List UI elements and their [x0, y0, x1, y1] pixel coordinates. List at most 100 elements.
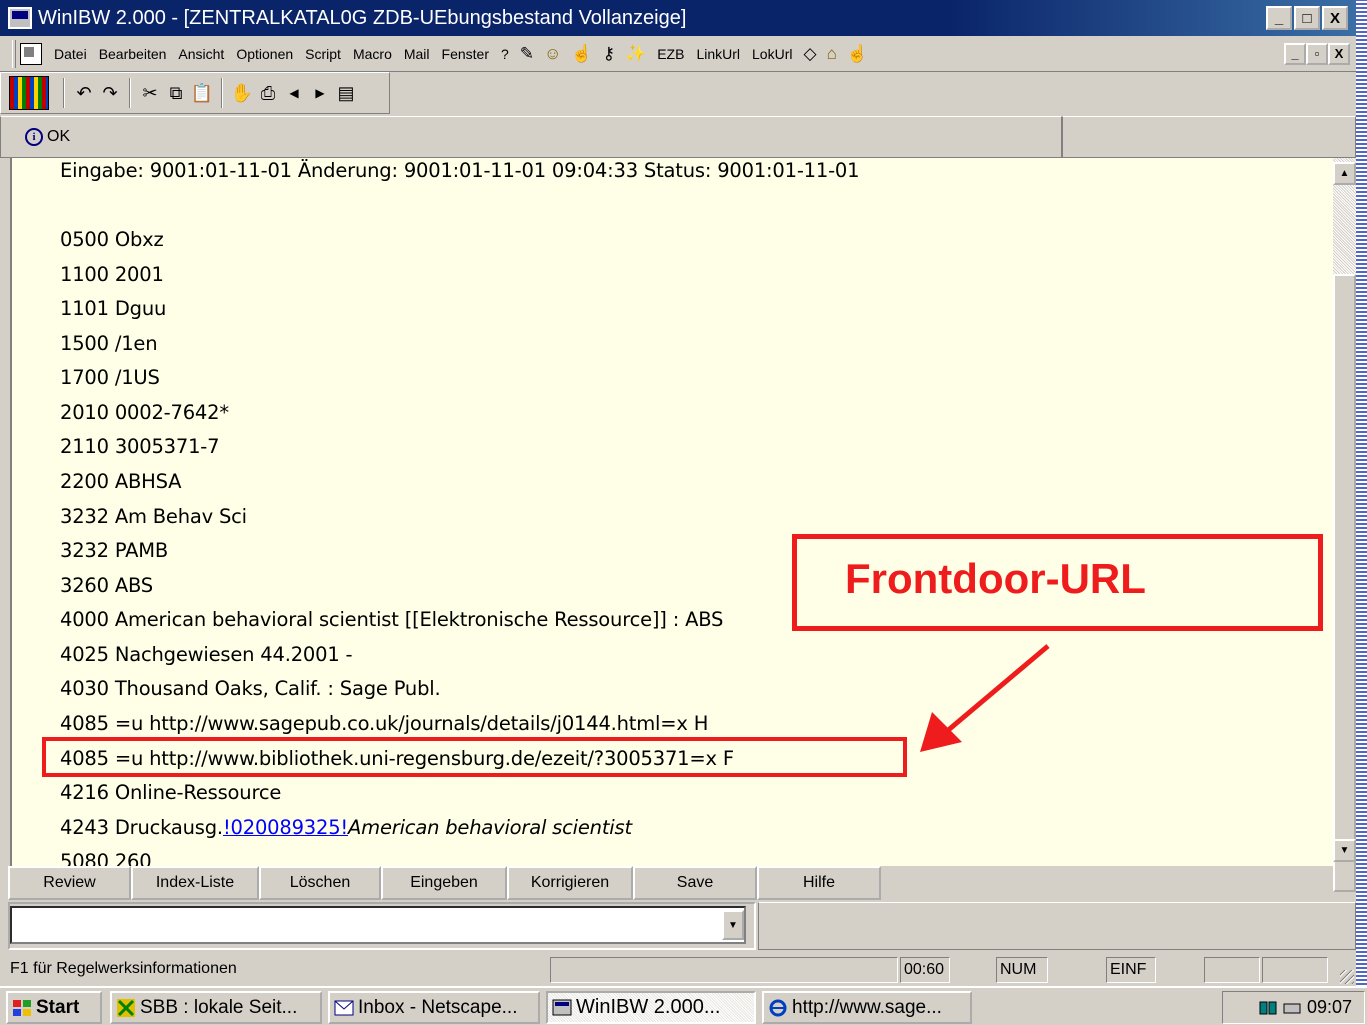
menubar-grip[interactable] [12, 39, 16, 68]
status-insert-cell: EINF [1106, 957, 1156, 983]
command-input[interactable] [10, 906, 746, 944]
menu-ezb[interactable]: EZB [651, 46, 690, 62]
record-field-line: 2200 ABHSA [60, 470, 182, 493]
record-field-line: 1500 /1en [60, 332, 158, 355]
toolbar-separator [63, 78, 65, 108]
paste-icon[interactable]: 📋 [189, 84, 215, 102]
task-label: WinIBW 2.000... [576, 996, 721, 1018]
task-label: Inbox - Netscape... [358, 996, 518, 1018]
command-button-row: Review Index-Liste Löschen Eingeben Korr… [8, 866, 881, 900]
scroll-up-button[interactable]: ▲ [1333, 162, 1356, 185]
taskbar: Start SBB : lokale Seit... Inbox - Netsc… [0, 986, 1367, 1025]
menu-macro[interactable]: Macro [347, 46, 398, 62]
library-icon[interactable] [9, 76, 49, 110]
system-tray: 09:07 [1222, 991, 1365, 1024]
key-icon[interactable]: ⚷ [598, 45, 620, 62]
record-field-line: 4025 Nachgewiesen 44.2001 - [60, 643, 353, 666]
review-button[interactable]: Review [8, 866, 131, 900]
title-bar[interactable]: WinIBW 2.000 - [ZENTRALKATAL0G ZDB-UEbun… [0, 0, 1356, 36]
pen-icon[interactable]: ✎ [515, 45, 539, 62]
scroll-thumb[interactable] [1333, 274, 1356, 892]
document-icon[interactable] [20, 42, 42, 65]
view-icon[interactable]: ▤ [333, 84, 359, 102]
record-field-line: 2110 3005371-7 [60, 435, 220, 458]
scroll-down-button[interactable]: ▼ [1333, 839, 1356, 862]
winibw-icon [552, 999, 572, 1015]
sbb-icon [117, 998, 135, 1017]
status-bar: F1 für Regelwerksinformationen 00:60 NUM… [0, 952, 1356, 986]
prev-icon[interactable]: ◀ [281, 87, 307, 99]
start-button[interactable]: Start [6, 991, 102, 1024]
task-label: http://www.sage... [792, 996, 942, 1018]
record-field-line: 0500 Obxz [60, 228, 164, 251]
maximize-button[interactable]: □ [1294, 6, 1320, 30]
record-field-line-partial: 5080 260 [60, 850, 152, 866]
korrigieren-button[interactable]: Korrigieren [507, 866, 633, 900]
bubble-icon[interactable]: ◇ [798, 45, 821, 62]
magic-wand-icon[interactable]: ✨ [620, 45, 651, 62]
record-field-line: 4216 Online-Ressource [60, 781, 282, 804]
menu-lokurl[interactable]: LokUrl [746, 46, 798, 62]
task-browser-sage[interactable]: http://www.sage... [762, 991, 972, 1024]
copy-icon[interactable]: ⧉ [163, 84, 189, 102]
network-icon[interactable] [1259, 999, 1277, 1017]
mdi-restore-button[interactable]: ▫ [1306, 42, 1328, 65]
application-window: WinIBW 2.000 - [ZENTRALKATAL0G ZDB-UEbun… [0, 0, 1356, 1025]
toolbar-separator [129, 78, 131, 108]
menu-mail[interactable]: Mail [398, 46, 436, 62]
loeschen-button[interactable]: Löschen [259, 866, 381, 900]
status-hint: F1 für Regelwerksinformationen [10, 960, 237, 977]
home-icon[interactable]: ⌂ [822, 45, 842, 62]
record-field-line: 2010 0002-7642* [60, 401, 229, 424]
eingeben-button[interactable]: Eingeben [381, 866, 507, 900]
annotation-highlight-box [42, 737, 907, 777]
vertical-scrollbar[interactable]: ▲ ▼ [1333, 158, 1356, 892]
input-row-extra [758, 902, 1356, 950]
menu-bearbeiten[interactable]: Bearbeiten [93, 46, 173, 62]
menu-linkurl[interactable]: LinkUrl [690, 46, 746, 62]
record-field-line: 4030 Thousand Oaks, Calif. : Sage Publ. [60, 677, 441, 700]
task-netscape-inbox[interactable]: Inbox - Netscape... [328, 991, 540, 1024]
netscape-mail-icon [334, 1000, 354, 1015]
resize-grip[interactable] [1340, 970, 1354, 984]
stop-icon[interactable]: ✋ [229, 84, 255, 102]
hilfe-button[interactable]: Hilfe [757, 866, 881, 900]
app-icon[interactable] [8, 7, 32, 29]
keyboard-icon[interactable] [1283, 999, 1301, 1017]
menu-optionen[interactable]: Optionen [230, 46, 299, 62]
clock: 09:07 [1306, 997, 1352, 1017]
close-button[interactable]: X [1322, 6, 1348, 30]
smiley-icon[interactable]: ☺ [539, 45, 566, 62]
minimize-button[interactable]: _ [1266, 6, 1292, 30]
internet-explorer-icon [769, 999, 787, 1016]
menu-datei[interactable]: Datei [48, 46, 93, 62]
undo-icon[interactable]: ↶ [71, 84, 97, 102]
mdi-close-button[interactable]: X [1328, 42, 1350, 65]
next-icon[interactable]: ▶ [307, 87, 333, 99]
info-icon: i [25, 128, 43, 146]
save-button[interactable]: Save [633, 866, 757, 900]
status-time-cell: 00:60 [900, 957, 950, 983]
message-bar-extra [1062, 116, 1356, 158]
print-icon[interactable]: ⎙ [255, 84, 281, 102]
window-title: WinIBW 2.000 - [ZENTRALKATAL0G ZDB-UEbun… [38, 6, 687, 29]
linked-record-link[interactable]: !020089325! [223, 816, 348, 839]
task-sbb[interactable]: SBB : lokale Seit... [110, 991, 322, 1024]
menu-fenster[interactable]: Fenster [436, 46, 495, 62]
status-message: OK [47, 128, 71, 145]
menu-bar: Datei Bearbeiten Ansicht Optionen Script… [0, 36, 1356, 72]
menu-help[interactable]: ? [495, 46, 515, 62]
menu-ansicht[interactable]: Ansicht [172, 46, 230, 62]
hand-icon[interactable]: ☝ [566, 45, 597, 62]
command-dropdown-button[interactable]: ▼ [722, 910, 744, 940]
task-winibw[interactable]: WinIBW 2.000... [546, 991, 756, 1024]
hand-pointer-icon[interactable]: ☝ [842, 45, 873, 62]
record-field-line-url-h: 4085 =u http://www.sagepub.co.uk/journal… [60, 712, 709, 735]
redo-icon[interactable]: ↷ [97, 84, 123, 102]
start-label: Start [36, 996, 80, 1018]
mdi-minimize-button[interactable]: _ [1284, 42, 1306, 65]
record-field-line: 3232 Am Behav Sci [60, 505, 247, 528]
menu-script[interactable]: Script [299, 46, 347, 62]
cut-icon[interactable]: ✂ [137, 84, 163, 102]
index-liste-button[interactable]: Index-Liste [131, 866, 259, 900]
